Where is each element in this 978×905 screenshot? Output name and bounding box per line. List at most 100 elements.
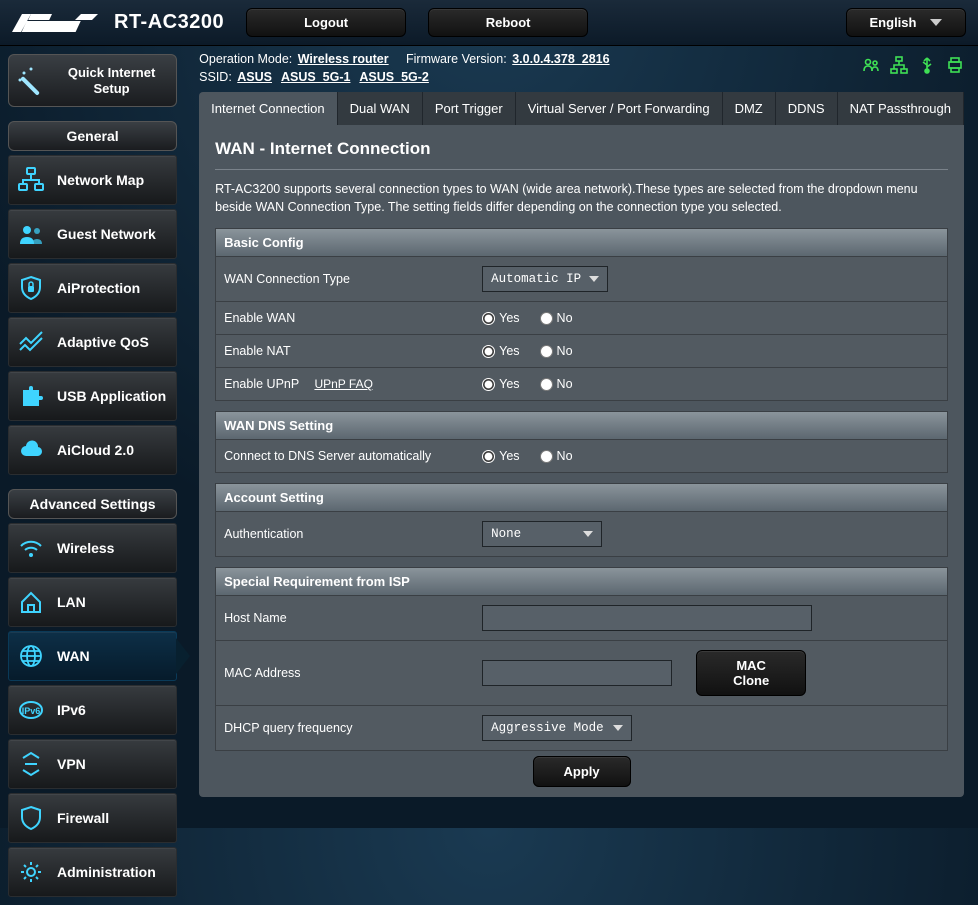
enable-nat-yes[interactable]: Yes — [482, 344, 519, 358]
sidebar-item-network-map[interactable]: Network Map — [8, 155, 177, 205]
sidebar-item-firewall[interactable]: Firewall — [8, 793, 177, 843]
auth-select[interactable]: None — [482, 521, 602, 547]
dhcp-select[interactable]: Aggressive Mode — [482, 715, 632, 741]
row-host-name: Host Name — [215, 596, 948, 641]
sidebar-item-usb-application[interactable]: USB Application — [8, 371, 177, 421]
mac-input[interactable] — [482, 660, 672, 686]
wct-select[interactable]: Automatic IP — [482, 266, 608, 292]
panel-title: WAN - Internet Connection — [215, 139, 948, 170]
sidebar-item-label: LAN — [57, 594, 86, 610]
cloud-icon — [17, 436, 45, 464]
ssid-value-2[interactable]: ASUS_5G-1 — [281, 70, 350, 84]
tab-virtual-server[interactable]: Virtual Server / Port Forwarding — [516, 92, 723, 125]
wifi-icon — [17, 534, 45, 562]
tabs: Internet Connection Dual WAN Port Trigge… — [199, 92, 964, 125]
row-enable-upnp: Enable UPnP UPnP FAQ Yes No — [215, 368, 948, 401]
group-dns: WAN DNS Setting — [215, 411, 948, 440]
row-authentication: Authentication None — [215, 512, 948, 557]
printer-icon[interactable] — [946, 56, 964, 74]
enable-nat-label: Enable NAT — [224, 344, 482, 358]
enable-upnp-label: Enable UPnP — [224, 377, 299, 391]
sidebar-item-label: WAN — [57, 648, 90, 664]
auth-label: Authentication — [224, 527, 482, 541]
op-mode-label: Operation Mode: — [199, 52, 292, 66]
sidebar-item-aicloud[interactable]: AiCloud 2.0 — [8, 425, 177, 475]
row-dns-auto: Connect to DNS Server automatically Yes … — [215, 440, 948, 473]
sidebar-item-ipv6[interactable]: IPv6 IPv6 — [8, 685, 177, 735]
dhcp-value: Aggressive Mode — [491, 721, 604, 735]
ipv6-icon: IPv6 — [17, 696, 45, 724]
sidebar-item-label: Guest Network — [57, 226, 156, 242]
svg-text:IPv6: IPv6 — [22, 706, 41, 716]
group-isp: Special Requirement from ISP — [215, 567, 948, 596]
sidebar-item-aiprotection[interactable]: AiProtection — [8, 263, 177, 313]
sidebar-item-vpn[interactable]: VPN — [8, 739, 177, 789]
sidebar-item-label: Wireless — [57, 540, 114, 556]
enable-wan-no[interactable]: No — [540, 311, 573, 325]
shield-lock-icon — [17, 274, 45, 302]
clients-icon[interactable] — [862, 56, 880, 74]
tab-dmz[interactable]: DMZ — [723, 92, 776, 125]
tab-dual-wan[interactable]: Dual WAN — [338, 92, 423, 125]
reboot-button[interactable]: Reboot — [428, 8, 588, 37]
network-map-icon — [17, 166, 45, 194]
sidebar-item-label: AiCloud 2.0 — [57, 442, 134, 458]
sidebar-item-adaptive-qos[interactable]: Adaptive QoS — [8, 317, 177, 367]
tab-ddns[interactable]: DDNS — [776, 92, 838, 125]
dns-auto-yes[interactable]: Yes — [482, 449, 519, 463]
logout-button[interactable]: Logout — [246, 8, 406, 37]
sidebar-item-administration[interactable]: Administration — [8, 847, 177, 897]
status-icons — [862, 50, 964, 74]
network-status-icon[interactable] — [890, 56, 908, 74]
tab-nat-passthrough[interactable]: NAT Passthrough — [838, 92, 964, 125]
sidebar-item-label: IPv6 — [57, 702, 86, 718]
sidebar: Quick Internet Setup General Network Map… — [0, 46, 185, 905]
puzzle-icon — [17, 382, 45, 410]
asus-logo-icon — [12, 14, 98, 32]
language-label: English — [870, 15, 917, 30]
qos-icon — [17, 328, 45, 356]
vpn-icon — [17, 750, 45, 778]
dns-auto-no[interactable]: No — [540, 449, 573, 463]
upnp-faq-link[interactable]: UPnP FAQ — [314, 377, 372, 391]
sidebar-item-wireless[interactable]: Wireless — [8, 523, 177, 573]
quick-internet-setup-button[interactable]: Quick Internet Setup — [8, 54, 177, 107]
ssid-value-3[interactable]: ASUS_5G-2 — [359, 70, 428, 84]
language-select[interactable]: English — [846, 8, 966, 37]
mac-label: MAC Address — [224, 666, 482, 680]
row-enable-wan: Enable WAN Yes No — [215, 302, 948, 335]
usb-icon[interactable] — [918, 56, 936, 74]
section-advanced: Advanced Settings — [8, 489, 177, 519]
enable-wan-yes[interactable]: Yes — [482, 311, 519, 325]
enable-nat-no[interactable]: No — [540, 344, 573, 358]
topbar: RT-AC3200 Logout Reboot English — [0, 0, 978, 46]
sidebar-item-label: Firewall — [57, 810, 109, 826]
tab-port-trigger[interactable]: Port Trigger — [423, 92, 516, 125]
wct-label: WAN Connection Type — [224, 272, 482, 286]
host-label: Host Name — [224, 611, 482, 625]
panel: WAN - Internet Connection RT-AC3200 supp… — [199, 125, 964, 797]
tab-internet-connection[interactable]: Internet Connection — [199, 92, 337, 125]
dhcp-label: DHCP query frequency — [224, 721, 482, 735]
section-general: General — [8, 121, 177, 151]
globe-icon — [17, 642, 45, 670]
brand-logo: RT-AC3200 — [12, 11, 224, 34]
model-name: RT-AC3200 — [114, 11, 224, 34]
op-mode-value[interactable]: Wireless router — [298, 52, 389, 66]
row-wan-connection-type: WAN Connection Type Automatic IP — [215, 257, 948, 302]
enable-upnp-yes[interactable]: Yes — [482, 377, 519, 391]
sidebar-item-lan[interactable]: LAN — [8, 577, 177, 627]
chevron-down-icon — [613, 725, 623, 731]
group-basic-config: Basic Config — [215, 228, 948, 257]
fw-value[interactable]: 3.0.0.4.378_2816 — [512, 52, 609, 66]
chevron-down-icon — [589, 276, 599, 282]
ssid-value-1[interactable]: ASUS — [237, 70, 272, 84]
mac-clone-button[interactable]: MAC Clone — [696, 650, 806, 696]
apply-button[interactable]: Apply — [533, 756, 631, 787]
enable-upnp-no[interactable]: No — [540, 377, 573, 391]
sidebar-item-guest-network[interactable]: Guest Network — [8, 209, 177, 259]
sidebar-item-wan[interactable]: WAN — [8, 631, 177, 681]
sidebar-item-label: AiProtection — [57, 280, 140, 296]
host-input[interactable] — [482, 605, 812, 631]
fw-label: Firmware Version: — [406, 52, 507, 66]
